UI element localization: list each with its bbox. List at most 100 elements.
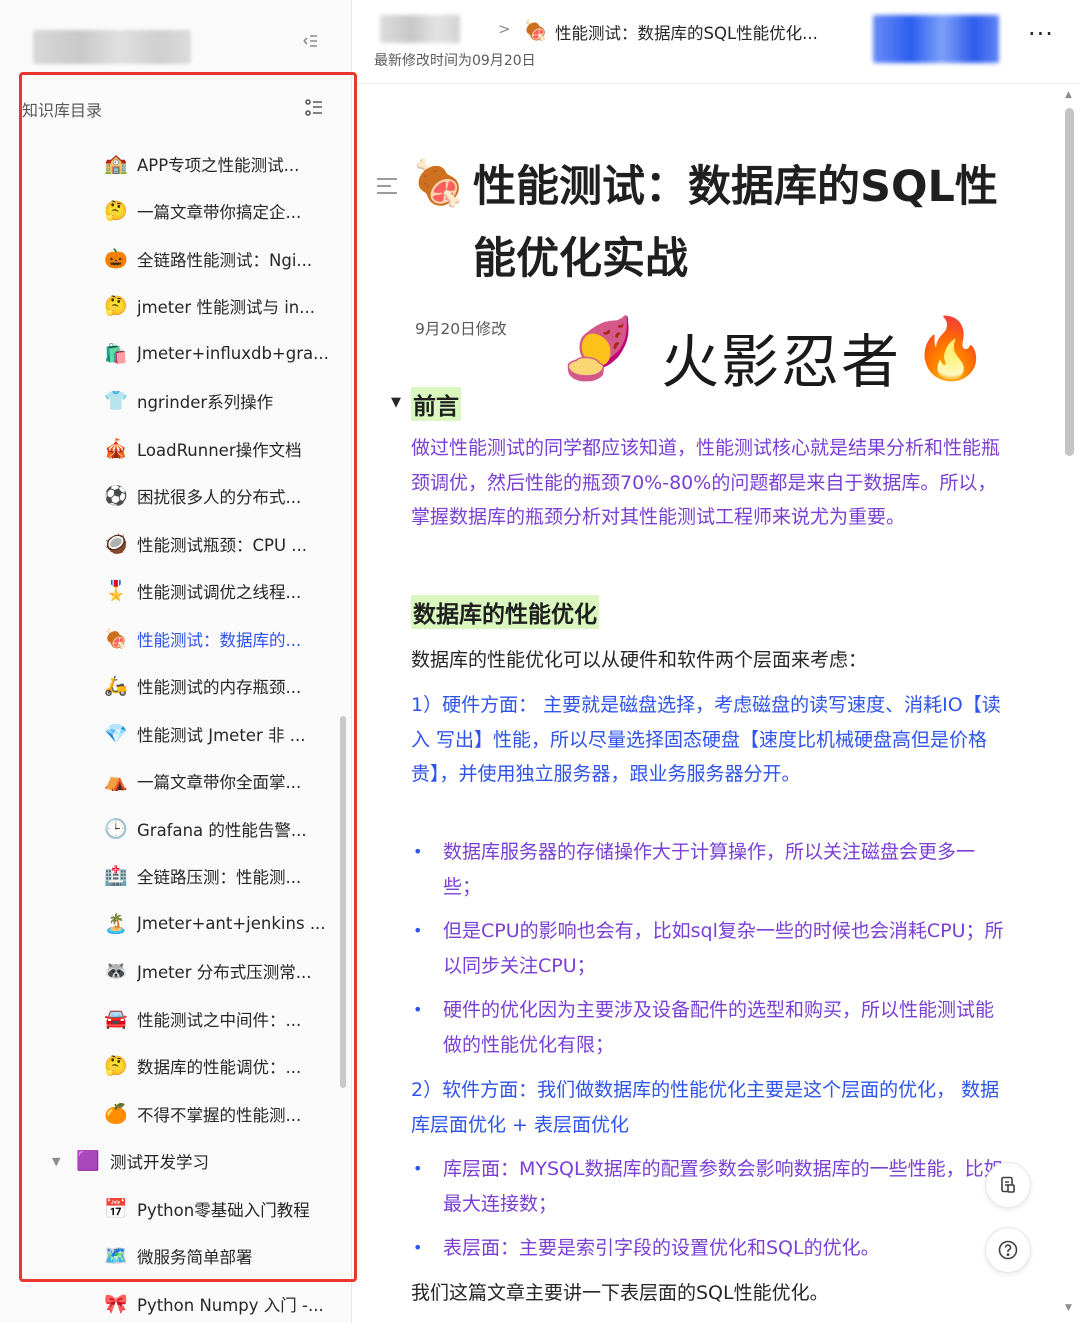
fire-icon: 🔥 bbox=[913, 314, 988, 384]
doc-emoji-icon: 👕 bbox=[104, 390, 128, 413]
sidebar-item-label: Python零基础入门教程 bbox=[137, 1200, 310, 1220]
sidebar-item-label: 一篇文章带你搞定企... bbox=[137, 203, 302, 223]
doc-emoji-icon: ⚽ bbox=[104, 485, 128, 508]
sidebar-item-label: Jmeter+influxdb+gra... bbox=[137, 344, 329, 364]
sidebar-item-label: jmeter 性能测试与 in... bbox=[137, 298, 315, 318]
sidebar-item[interactable]: 🎀 Python Numpy 入门 -... bbox=[0, 1280, 351, 1323]
doc-emoji-icon: 🤔 bbox=[104, 200, 128, 223]
doc-emoji-icon: 🍊 bbox=[104, 1102, 128, 1125]
sidebar-item-label: Jmeter+ant+jenkins ... bbox=[137, 914, 326, 934]
sidebar-item-active[interactable]: 🍖 性能测试：数据库的... bbox=[0, 615, 351, 663]
software-bullet-list: 库层面：MYSQL数据库的配置参数会影响数据库的一些性能，比如最大连接数； 表层… bbox=[411, 1152, 1011, 1276]
sidebar-item[interactable]: 🏫 APP专项之性能测试... bbox=[0, 140, 351, 188]
hardware-bullet-list: 数据库服务器的存储操作大于计算操作，所以关注磁盘会更多一些； 但是CPU的影响也… bbox=[411, 835, 1011, 1072]
knowledge-base-name-redacted[interactable] bbox=[33, 30, 191, 64]
toc-list-icon[interactable] bbox=[302, 96, 326, 120]
breadcrumb-separator: > bbox=[498, 20, 511, 38]
sidebar-item-label: LoadRunner操作文档 bbox=[137, 440, 302, 460]
collapse-caret-icon[interactable]: ▼ bbox=[391, 395, 401, 410]
sidebar-item-label: ngrinder系列操作 bbox=[137, 393, 274, 413]
heading-db-optimization: 数据库的性能优化 bbox=[411, 595, 599, 629]
doc-emoji-icon: 🤔 bbox=[104, 295, 128, 318]
breadcrumb-doc-title[interactable]: 性能测试：数据库的SQL性能优化... bbox=[555, 20, 818, 44]
scroll-up-icon[interactable]: ▲ bbox=[1065, 90, 1072, 100]
doc-emoji-icon: 🍖 bbox=[523, 18, 548, 42]
sidebar-group-test-dev[interactable]: ▼ 🟪 测试开发学习 bbox=[0, 1138, 351, 1186]
sidebar-item-label: 性能测试之中间件：... bbox=[137, 1010, 302, 1030]
sidebar-item[interactable]: 💎 性能测试 Jmeter 非 ... bbox=[0, 710, 351, 758]
sidebar-item[interactable]: 🚘 性能测试之中间件：... bbox=[0, 995, 351, 1043]
sidebar-item-label: 微服务简单部署 bbox=[137, 1248, 253, 1268]
doc-emoji-icon: 🛵 bbox=[104, 675, 128, 698]
doc-emoji-icon: 🛍️ bbox=[104, 342, 128, 365]
main-scrollbar-thumb[interactable] bbox=[1065, 108, 1074, 456]
doc-emoji-icon: 🤔 bbox=[104, 1055, 128, 1078]
doc-emoji-icon: 🥥 bbox=[104, 532, 128, 555]
doc-title-emoji-icon: 🍖 bbox=[411, 158, 466, 209]
sidebar-item[interactable]: 🥥 性能测试瓶颈：CPU ... bbox=[0, 520, 351, 568]
caret-down-icon[interactable]: ▼ bbox=[52, 1155, 66, 1168]
list-item: 数据库服务器的存储操作大于计算操作，所以关注磁盘会更多一些； bbox=[411, 835, 1011, 904]
doc-emoji-icon: 🏫 bbox=[104, 152, 128, 175]
doc-emoji-icon: 🍖 bbox=[104, 627, 128, 650]
outline-toggle-icon[interactable] bbox=[375, 175, 399, 203]
breadcrumb-redacted[interactable] bbox=[380, 15, 460, 43]
collapse-sidebar-icon[interactable] bbox=[297, 30, 323, 56]
sidebar-item-label: 一篇文章带你全面掌... bbox=[137, 773, 302, 793]
sidebar-item[interactable]: 🏝️ Jmeter+ant+jenkins ... bbox=[0, 900, 351, 948]
sidebar-item[interactable]: 👕 ngrinder系列操作 bbox=[0, 378, 351, 426]
sidebar-item-label: APP专项之性能测试... bbox=[137, 155, 300, 175]
sidebar: 知识库目录 🏫 APP专项之性能测试... 🤔 一篇文章带你搞定企... 🎃 全链路性… bbox=[0, 0, 352, 1323]
sidebar-item[interactable]: 🤔 jmeter 性能测试与 in... bbox=[0, 283, 351, 331]
sidebar-section-title: 知识库目录 bbox=[22, 101, 103, 120]
sidebar-item-label: Python Numpy 入门 -... bbox=[137, 1295, 324, 1315]
more-icon[interactable]: ··· bbox=[1028, 20, 1054, 48]
doc-emoji-icon: 🏝️ bbox=[104, 912, 128, 935]
doc-emoji-icon: 💎 bbox=[104, 722, 128, 745]
doc-content: 🍖 性能测试：数据库的SQL性能优化实战 9月20日修改 🍠 火影忍者 🔥 ▼ … bbox=[353, 85, 1060, 1323]
sidebar-item[interactable]: 🤔 一篇文章带你搞定企... bbox=[0, 188, 351, 236]
list-item: 库层面：MYSQL数据库的配置参数会影响数据库的一些性能，比如最大连接数； bbox=[411, 1152, 1011, 1221]
header-action-redacted[interactable] bbox=[873, 15, 999, 63]
sidebar-item[interactable]: 📅 Python零基础入门教程 bbox=[0, 1185, 351, 1233]
sidebar-item-label: 困扰很多人的分布式... bbox=[137, 488, 302, 508]
db-intro-paragraph: 数据库的性能优化可以从硬件和软件两个层面来考虑： bbox=[411, 649, 868, 671]
sidebar-scrollbar[interactable] bbox=[340, 716, 346, 1088]
doc-header: > 🍖 性能测试：数据库的SQL性能优化... 最新修改时间为09月20日 ··… bbox=[353, 0, 1080, 84]
doc-emoji-icon: 🎀 bbox=[104, 1292, 128, 1315]
sidebar-item-label: 全链路性能测试：Ngi... bbox=[137, 250, 313, 270]
doc-emoji-icon: 🎪 bbox=[104, 437, 128, 460]
watermark-text: 火影忍者 bbox=[661, 328, 902, 396]
preface-paragraph: 做过性能测试的同学都应该知道，性能测试核心就是结果分析和性能瓶颈调优，然后性能的… bbox=[411, 437, 1001, 528]
sidebar-item[interactable]: ⛺ 一篇文章带你全面掌... bbox=[0, 758, 351, 806]
sidebar-item[interactable]: 🏥 全链路压测：性能测... bbox=[0, 853, 351, 901]
group-emoji-icon: 🟪 bbox=[76, 1150, 100, 1173]
sidebar-item[interactable]: 🛍️ Jmeter+influxdb+gra... bbox=[0, 330, 351, 378]
doc-emoji-icon: 🎖️ bbox=[104, 580, 128, 603]
sidebar-item[interactable]: 🗺️ 微服务简单部署 bbox=[0, 1233, 351, 1281]
help-button[interactable] bbox=[985, 1227, 1031, 1273]
doc-emoji-icon: ⛺ bbox=[104, 770, 128, 793]
last-modified: 最新修改时间为09月20日 bbox=[374, 53, 536, 69]
sidebar-item[interactable]: 🤔 数据库的性能调优：... bbox=[0, 1043, 351, 1091]
doc-tools-button[interactable] bbox=[985, 1162, 1031, 1208]
sidebar-item[interactable]: 🦝 Jmeter 分布式压测常... bbox=[0, 948, 351, 996]
sidebar-item-label: 性能测试瓶颈：CPU ... bbox=[137, 535, 308, 555]
sidebar-item[interactable]: ⚽ 困扰很多人的分布式... bbox=[0, 473, 351, 521]
sidebar-item-label: 不得不掌握的性能测... bbox=[137, 1105, 302, 1125]
sidebar-item-label: 全链路压测：性能测... bbox=[137, 868, 302, 888]
sidebar-item[interactable]: 🕒 Grafana 的性能告警... bbox=[0, 805, 351, 853]
sidebar-item[interactable]: 🎃 全链路性能测试：Ngi... bbox=[0, 235, 351, 283]
sidebar-item[interactable]: 🎖️ 性能测试调优之线程... bbox=[0, 568, 351, 616]
sweet-potato-icon: 🍠 bbox=[561, 314, 636, 384]
sidebar-item[interactable]: 🍊 不得不掌握的性能测... bbox=[0, 1090, 351, 1138]
sidebar-item-label: Grafana 的性能告警... bbox=[137, 820, 307, 840]
sidebar-item-label: 数据库的性能调优：... bbox=[137, 1058, 302, 1078]
sidebar-item[interactable]: 🛵 性能测试的内存瓶颈... bbox=[0, 663, 351, 711]
sidebar-item-label: 性能测试：数据库的... bbox=[137, 630, 302, 650]
sidebar-item-label: 性能测试 Jmeter 非 ... bbox=[137, 725, 306, 745]
doc-modified-inline: 9月20日修改 bbox=[415, 320, 507, 338]
sidebar-doc-list: 🏫 APP专项之性能测试... 🤔 一篇文章带你搞定企... 🎃 全链路性能测试：Ng… bbox=[0, 140, 351, 1323]
scroll-down-icon[interactable]: ▼ bbox=[1065, 1303, 1072, 1313]
sidebar-item[interactable]: 🎪 LoadRunner操作文档 bbox=[0, 425, 351, 473]
